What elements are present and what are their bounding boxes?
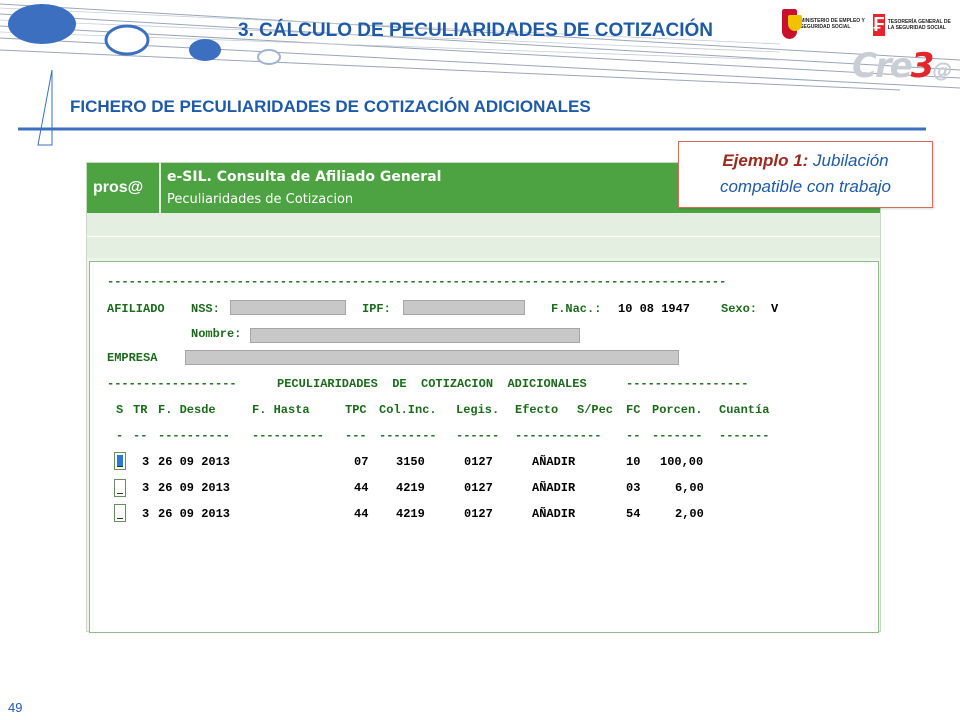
row-legis: 0127	[464, 507, 493, 521]
example-callout: Ejemplo 1: Jubilación compatible con tra…	[678, 141, 933, 208]
ipf-field-redacted	[403, 300, 525, 315]
nss-label: NSS:	[191, 302, 220, 316]
row-fc: 10	[626, 455, 641, 469]
col-dash-efecto: ------------	[515, 429, 602, 443]
col-header-tr: TR	[133, 403, 148, 417]
col-header-fc: FC	[626, 403, 641, 417]
col-header-f-hasta: F. Hasta	[252, 403, 310, 417]
callout-text-line1: Jubilación	[808, 151, 889, 170]
row-col-inc: 4219	[396, 481, 425, 495]
col-dash-legis: ------	[456, 429, 500, 443]
col-header-col-inc: Col.Inc.	[379, 403, 437, 417]
nombre-label: Nombre:	[191, 327, 242, 341]
section-title: PECULIARIDADES DE COTIZACION ADICIONALES	[277, 377, 587, 391]
sexo-value: V	[771, 302, 779, 316]
row-col-inc: 3150	[396, 455, 425, 469]
col-dash-s: -	[116, 429, 124, 443]
row-porcen: 100,00	[660, 455, 704, 469]
row-fc: 03	[626, 481, 641, 495]
col-dash-col-inc: --------	[379, 429, 437, 443]
row-f-desde: 26 09 2013	[158, 455, 231, 469]
esil-app-window: pros@ e-SIL. Consulta de Afiliado Genera…	[86, 162, 881, 633]
row-select-input[interactable]	[114, 504, 126, 522]
col-header-porcen: Porcen.	[652, 403, 703, 417]
row-efecto: AÑADIR	[532, 507, 576, 521]
row-select-input[interactable]	[114, 479, 126, 497]
afiliado-label: AFILIADO	[107, 302, 165, 316]
row-tr: 3	[142, 507, 150, 521]
col-dash-porcen: -------	[652, 429, 703, 443]
slide-subtitle: FICHERO DE PECULIARIDADES DE COTIZACIÓN …	[70, 97, 591, 116]
nss-field-redacted	[230, 300, 346, 315]
tgss-mark-icon: ₣	[873, 14, 885, 36]
col-header-f-desde: F. Desde	[158, 403, 216, 417]
row-fc: 54	[626, 507, 641, 521]
row-porcen: 6,00	[675, 481, 704, 495]
col-dash-f-hasta: ----------	[252, 429, 325, 443]
row-tr: 3	[142, 481, 150, 495]
col-dash-f-desde: ----------	[158, 429, 231, 443]
col-header-cuantia: Cuantía	[719, 403, 770, 417]
row-tpc: 44	[354, 481, 369, 495]
coat-of-arms-icon	[782, 9, 803, 39]
col-dash-fc: --	[626, 429, 641, 443]
row-tpc: 07	[354, 455, 369, 469]
fnac-value: 10 08 1947	[618, 302, 691, 316]
cre3-logo: Cre3@	[852, 46, 952, 86]
app-title: e-SIL. Consulta de Afiliado General	[167, 169, 442, 185]
callout-label: Ejemplo 1:	[722, 151, 809, 170]
page-number: 49	[8, 700, 23, 715]
app-subtitle: Peculiaridades de Cotizacion	[167, 192, 354, 207]
row-col-inc: 4219	[396, 507, 425, 521]
row-select-input[interactable]	[114, 452, 126, 470]
empresa-field-redacted	[185, 350, 679, 365]
row-f-desde: 26 09 2013	[158, 507, 231, 521]
separator-top: ----------------------------------------…	[107, 275, 727, 289]
col-header-legis: Legis.	[456, 403, 500, 417]
row-efecto: AÑADIR	[532, 455, 576, 469]
row-tpc: 44	[354, 507, 369, 521]
row-efecto: AÑADIR	[532, 481, 576, 495]
row-tr: 3	[142, 455, 150, 469]
section-left-dashes: ------------------	[107, 377, 237, 391]
ipf-label: IPF:	[362, 302, 391, 316]
terminal-panel: ----------------------------------------…	[89, 261, 879, 633]
col-dash-tpc: ---	[345, 429, 367, 443]
ministerio-logo-text: MINISTERIO DE EMPLEO Y SEGURIDAD SOCIAL	[800, 18, 865, 30]
callout-text-line2: compatible con trabajo	[719, 177, 892, 196]
nombre-field-redacted	[250, 328, 580, 343]
row-f-desde: 26 09 2013	[158, 481, 231, 495]
empresa-label: EMPRESA	[107, 351, 158, 365]
row-legis: 0127	[464, 455, 493, 469]
fnac-label: F.Nac.:	[551, 302, 602, 316]
col-header-s-pec: S/Pec	[577, 403, 614, 417]
row-legis: 0127	[464, 481, 493, 495]
prosa-logo: pros@	[87, 163, 161, 244]
col-header-efecto: Efecto	[515, 403, 559, 417]
row-porcen: 2,00	[675, 507, 704, 521]
toolbar-bar	[87, 213, 880, 237]
section-right-dashes: -----------------	[626, 377, 749, 391]
ministerio-logo: MINISTERIO DE EMPLEO Y SEGURIDAD SOCIAL	[782, 6, 868, 42]
col-header-s: S	[116, 403, 124, 417]
toolbar-bar-secondary	[87, 237, 880, 258]
sexo-label: Sexo:	[721, 302, 758, 316]
col-header-tpc: TPC	[345, 403, 367, 417]
col-dash-tr: --	[133, 429, 148, 443]
tgss-logo: ₣ TESORERÍA GENERAL DE LA SEGURIDAD SOCI…	[873, 12, 953, 38]
col-dash-cuantia: -------	[719, 429, 770, 443]
tgss-logo-text: TESORERÍA GENERAL DE LA SEGURIDAD SOCIAL	[887, 19, 951, 31]
slide-title: 3. CÁLCULO DE PECULIARIDADES DE COTIZACI…	[238, 20, 714, 41]
